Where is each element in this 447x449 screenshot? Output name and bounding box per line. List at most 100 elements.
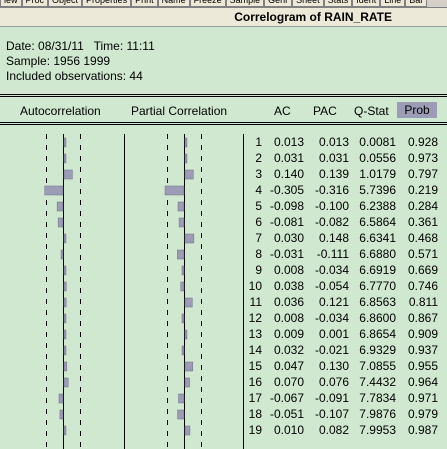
toolbar-button-name[interactable]: Name: [157, 0, 190, 7]
toolbar-button-freeze[interactable]: Freeze: [189, 0, 226, 7]
cell-ac: 0.140: [273, 167, 304, 181]
acf-bar: [63, 345, 67, 356]
cell-q: 6.2388: [359, 199, 396, 213]
cell-pac: -0.111: [316, 247, 349, 261]
pacf-bar: [184, 233, 195, 244]
cell-prob: 0.571: [407, 247, 438, 261]
cell-ac: 0.009: [273, 327, 304, 341]
cell-prob: 0.928: [407, 135, 438, 149]
cell-prob: 0.979: [407, 407, 438, 421]
acf-bar: [63, 169, 73, 180]
cell-q: 7.9876: [359, 407, 396, 421]
header-top-rule-2: [0, 96, 447, 97]
cell-pac: -0.107: [314, 407, 349, 421]
cell-pac: 0.001: [318, 327, 349, 341]
cell-prob: 0.468: [407, 231, 438, 245]
cell-q: 6.8600: [359, 311, 396, 325]
toolbar-button-object[interactable]: Object: [48, 0, 83, 7]
sample-line: Sample: 1956 1999: [6, 54, 111, 68]
cell-ac: -0.305: [269, 183, 304, 197]
cell-q: 6.8654: [359, 327, 396, 341]
acf-bar: [63, 361, 68, 372]
toolbar-button-properties[interactable]: Properties: [82, 0, 132, 7]
cell-prob: 0.284: [407, 199, 438, 213]
toolbar-button-line[interactable]: Line: [380, 0, 406, 7]
cell-q: 7.9953: [359, 423, 396, 437]
acf-bar: [60, 249, 64, 260]
pacf-bar: [177, 201, 185, 212]
acf-bar: [63, 313, 67, 324]
acf-bar: [58, 393, 64, 404]
cell-ac: 0.008: [273, 311, 304, 325]
cell-ac: 0.010: [273, 423, 304, 437]
pacf-bar: [184, 169, 194, 180]
acf-bar: [63, 265, 67, 276]
cell-lag: 15: [248, 359, 262, 373]
header-top-rule: [0, 94, 447, 95]
cell-prob: 0.955: [407, 359, 438, 373]
cell-lag: 6: [255, 215, 262, 229]
toolbar-button-print[interactable]: Print: [131, 0, 158, 7]
cell-q: 6.6880: [359, 247, 396, 261]
cell-lag: 5: [255, 199, 262, 213]
cell-lag: 18: [248, 407, 262, 421]
cell-lag: 1: [255, 135, 262, 149]
cell-prob: 0.937: [407, 343, 438, 357]
toolbar-button-sheet[interactable]: Sheet: [292, 0, 324, 7]
cell-lag: 14: [248, 343, 262, 357]
toolbar-button-bar[interactable]: Bar: [405, 0, 428, 7]
cell-prob: 0.909: [407, 327, 438, 341]
window-title: Correlogram of RAIN_RATE: [0, 8, 447, 27]
toolbar-button-proc[interactable]: Proc: [21, 0, 49, 7]
cell-ac: 0.070: [273, 375, 304, 389]
cell-prob: 0.746: [407, 279, 438, 293]
toolbar-button-genr[interactable]: Genr: [264, 0, 293, 7]
acf-bar: [63, 329, 67, 340]
cell-q: 6.6341: [359, 231, 396, 245]
cell-pac: 0.013: [318, 135, 349, 149]
cell-q: 1.0179: [359, 167, 396, 181]
pacf-bar: [180, 281, 185, 292]
cell-pac: 0.076: [318, 375, 349, 389]
cell-pac: -0.034: [314, 263, 349, 277]
pacf-bar: [184, 377, 190, 388]
acf-bar: [63, 153, 67, 164]
cell-lag: 9: [255, 263, 262, 277]
cell-prob: 0.971: [407, 391, 438, 405]
pacf-bar: [181, 345, 185, 356]
cell-pac: -0.054: [314, 279, 349, 293]
acf-bar: [63, 377, 69, 388]
cell-lag: 3: [255, 167, 262, 181]
pacf-bar: [181, 313, 185, 324]
cell-lag: 13: [248, 327, 262, 341]
pacf-bar: [184, 361, 194, 372]
cell-prob: 0.964: [407, 375, 438, 389]
cell-prob: 0.669: [407, 263, 438, 277]
acf-bar: [63, 233, 67, 244]
cell-pac: -0.034: [314, 311, 349, 325]
acf-bar: [63, 297, 67, 308]
cell-pac: -0.091: [314, 391, 349, 405]
pacf-bar: [178, 393, 185, 404]
output-meta: Date: 08/31/11 Time: 11:11 Sample: 1956 …: [6, 39, 155, 84]
acf-bar: [44, 185, 64, 196]
cell-ac: -0.051: [269, 407, 304, 421]
prob-header[interactable]: Prob: [397, 102, 437, 118]
cell-ac: 0.032: [273, 343, 304, 357]
toolbar-button-sample[interactable]: Sample: [225, 0, 265, 7]
cell-ac: 0.036: [273, 295, 304, 309]
header-bottom-rule: [0, 122, 447, 123]
observations-line: Included observations: 44: [6, 69, 143, 83]
cell-lag: 4: [255, 183, 262, 197]
cell-ac: -0.081: [269, 215, 304, 229]
cell-ac: 0.008: [273, 263, 304, 277]
toolbar-button-iew[interactable]: iew: [0, 0, 22, 7]
cell-lag: 19: [248, 423, 262, 437]
cell-q: 0.0081: [359, 135, 396, 149]
cell-pac: 0.031: [318, 151, 349, 165]
acf-bar: [59, 409, 64, 420]
cell-q: 7.0855: [359, 359, 396, 373]
toolbar-button-ident[interactable]: Ident: [352, 0, 381, 7]
cell-ac: -0.031: [269, 247, 304, 261]
toolbar-button-stats[interactable]: Stats: [323, 0, 353, 7]
